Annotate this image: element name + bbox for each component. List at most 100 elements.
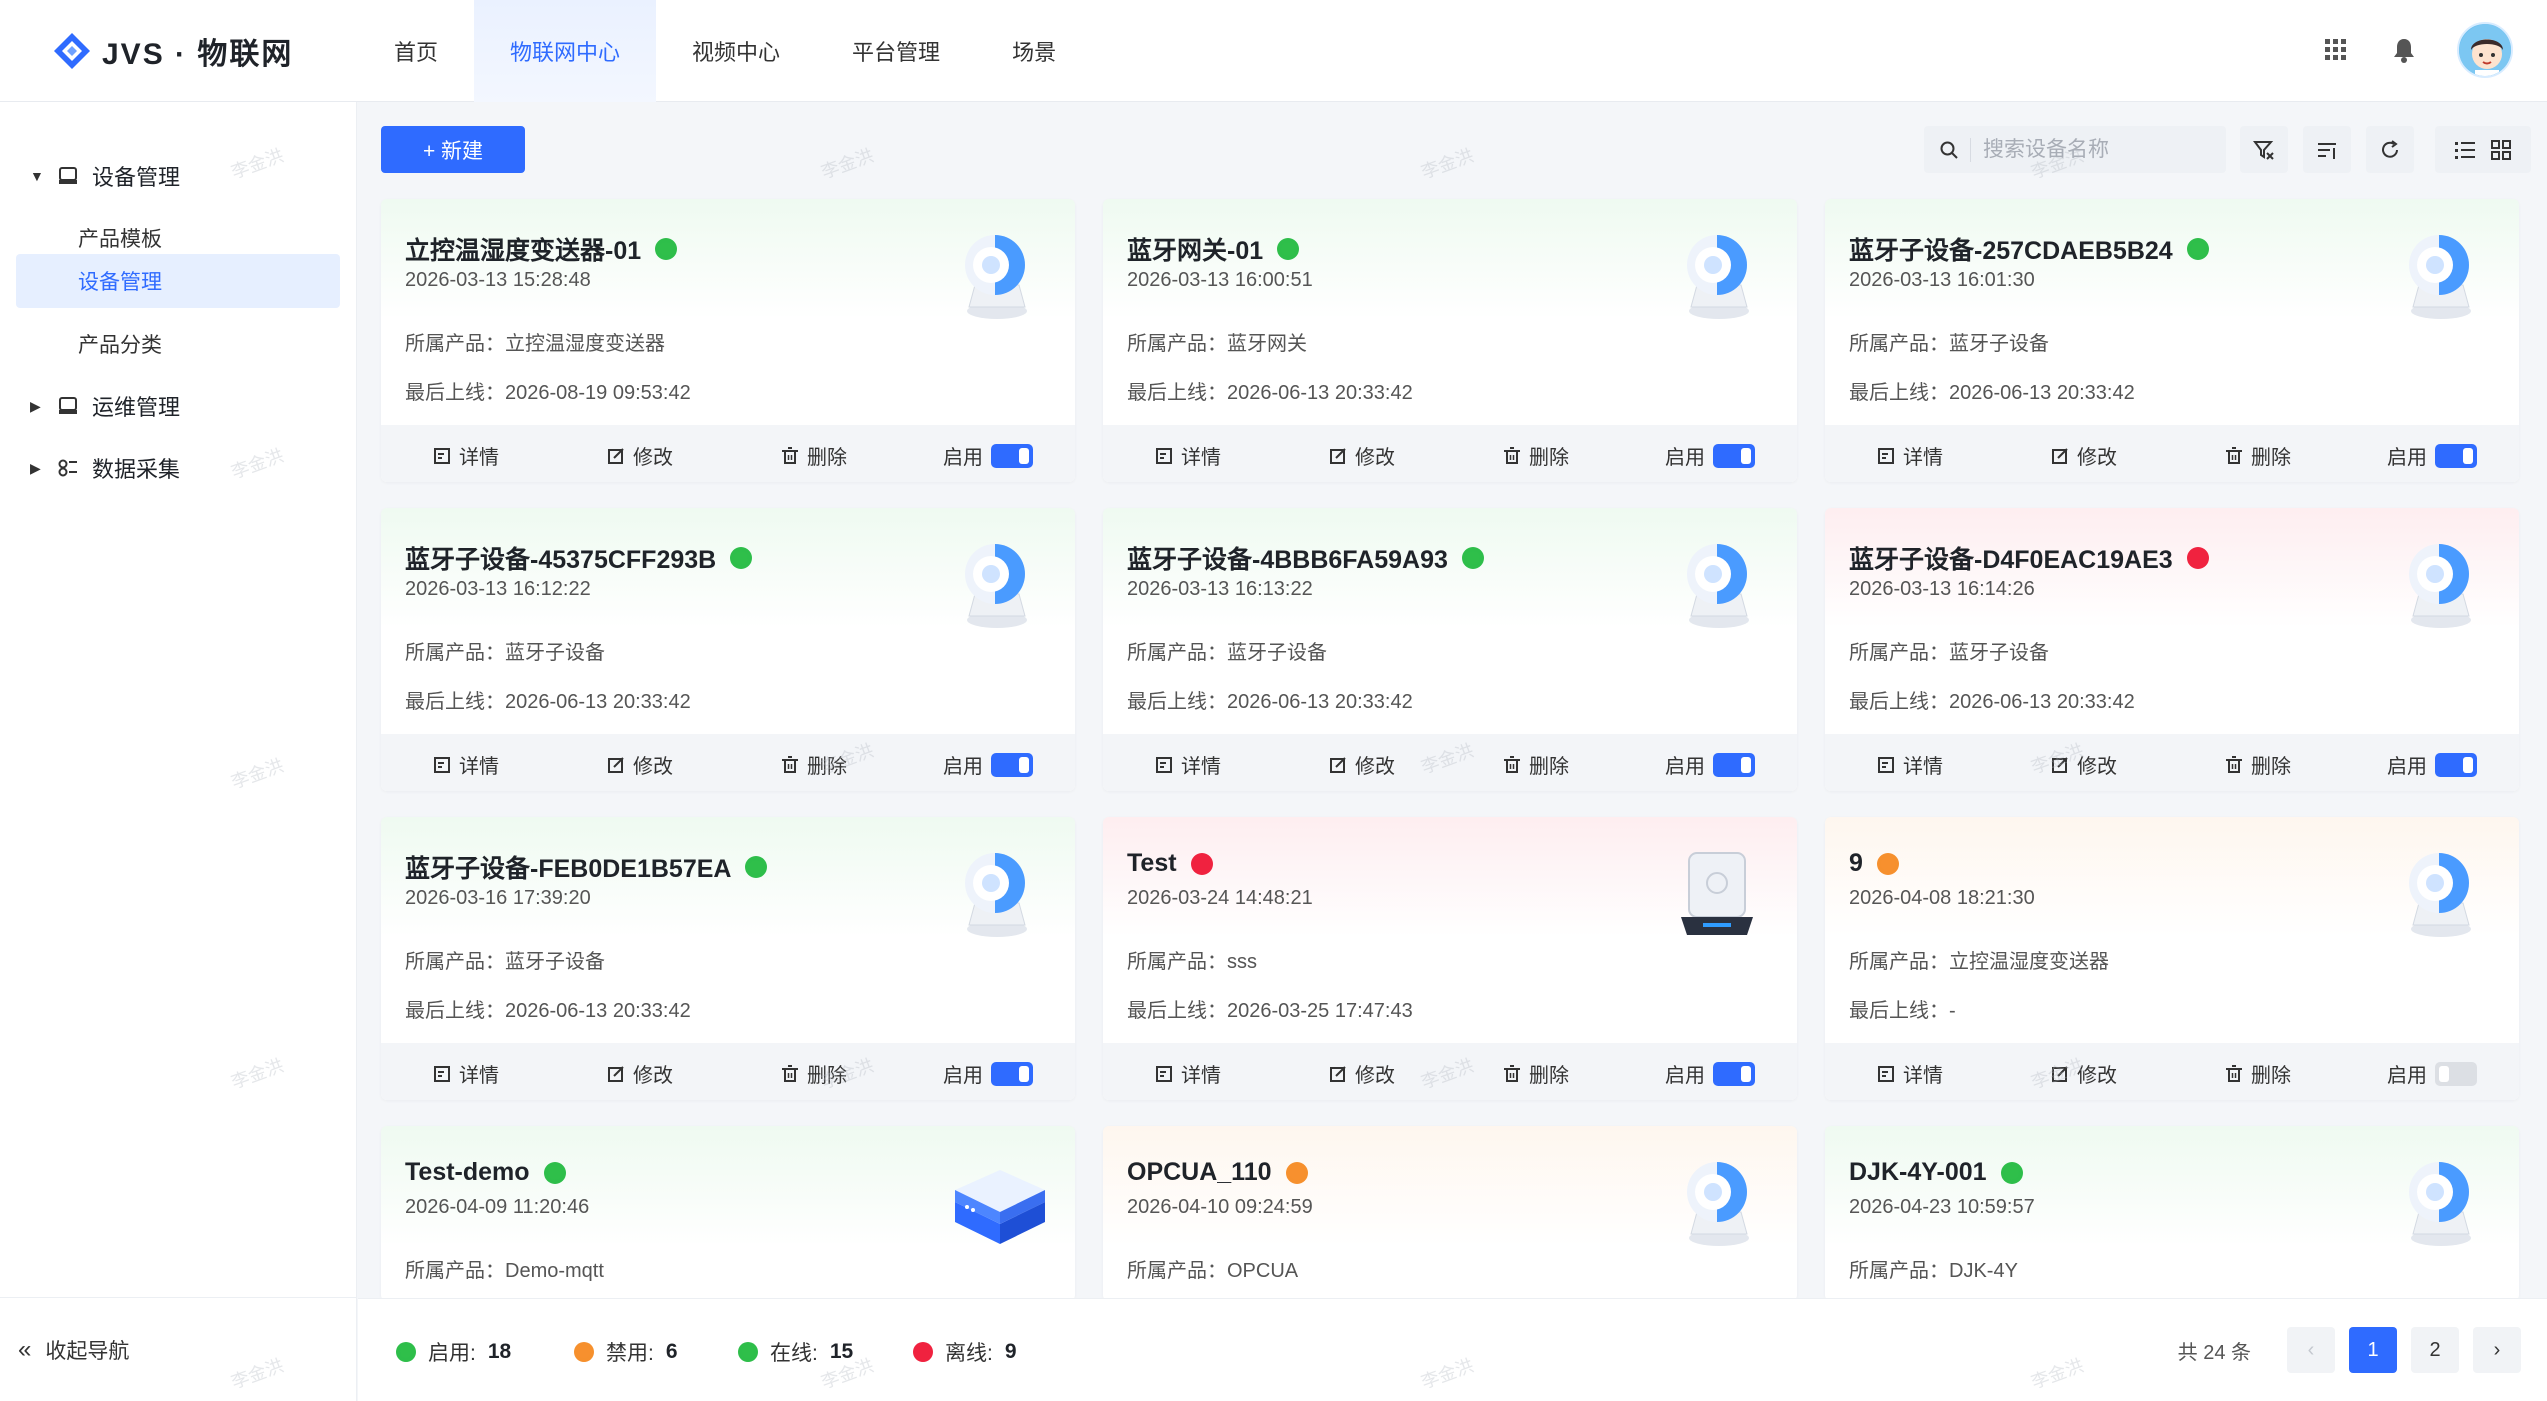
delete-button[interactable]: 删除 xyxy=(2225,750,2291,779)
filter-clear-button[interactable] xyxy=(2240,126,2288,173)
delete-button[interactable]: 删除 xyxy=(781,1059,847,1088)
detail-button[interactable]: 详情 xyxy=(433,441,499,470)
nav-tab-2[interactable]: 视频中心 xyxy=(656,0,816,102)
device-name[interactable]: 蓝牙子设备-FEB0DE1B57EA xyxy=(405,849,731,885)
grid-view-icon[interactable] xyxy=(2490,139,2512,161)
status-dot xyxy=(1277,238,1300,260)
sidebar-group-ops-management[interactable]: ▶ 运维管理 xyxy=(30,386,180,426)
detail-button[interactable]: 详情 xyxy=(1877,750,1943,779)
device-card[interactable]: 蓝牙子设备-D4F0EAC19AE3 2026-03-13 16:14:26 所属产… xyxy=(1825,508,2519,791)
device-card[interactable]: Test-demo 2026-04-09 11:20:46 所属产品：Demo-mq… xyxy=(381,1126,1075,1301)
device-name[interactable]: 蓝牙子设备-4BBB6FA59A93 xyxy=(1127,540,1448,576)
page-button-1[interactable]: 1 xyxy=(2349,1327,2397,1373)
refresh-button[interactable] xyxy=(2366,126,2414,173)
edit-icon xyxy=(1330,1065,1346,1082)
enable-toggle[interactable] xyxy=(2435,752,2477,777)
device-created-time: 2026-03-13 16:01:30 xyxy=(1849,269,2035,291)
edit-button[interactable]: 修改 xyxy=(2051,1059,2117,1088)
sort-button[interactable] xyxy=(2303,126,2351,173)
detail-button[interactable]: 详情 xyxy=(1155,750,1221,779)
device-card[interactable]: 立控温湿度变送器-01 2026-03-13 15:28:48 所属产品：立控温湿度… xyxy=(381,199,1075,482)
enable-toggle[interactable] xyxy=(2435,1061,2477,1086)
delete-button[interactable]: 删除 xyxy=(1503,750,1569,779)
device-card[interactable]: 蓝牙子设备-4BBB6FA59A93 2026-03-13 16:13:22 所属产… xyxy=(1103,508,1797,791)
delete-button[interactable]: 删除 xyxy=(2225,1059,2291,1088)
edit-button[interactable]: 修改 xyxy=(607,1059,673,1088)
device-card[interactable]: Test 2026-03-24 14:48:21 所属产品：sss 最后上线：2026… xyxy=(1103,817,1797,1100)
sidebar-item-product-template[interactable]: 产品模板 xyxy=(78,218,162,258)
edit-button[interactable]: 修改 xyxy=(1329,750,1395,779)
enable-toggle[interactable] xyxy=(991,752,1033,777)
detail-button[interactable]: 详情 xyxy=(1155,441,1221,470)
edit-button[interactable]: 修改 xyxy=(607,750,673,779)
sidebar-group-data-collection[interactable]: ▶ 数据采集 xyxy=(30,448,180,488)
nav-tab-0[interactable]: 首页 xyxy=(358,0,474,102)
nav-tab-3[interactable]: 平台管理 xyxy=(816,0,976,102)
edit-button[interactable]: 修改 xyxy=(1329,441,1395,470)
card-actions: 详情 修改 删除 启用 xyxy=(1825,425,2519,482)
device-name[interactable]: 蓝牙网关-01 xyxy=(1127,231,1263,267)
device-name[interactable]: 蓝牙子设备-257CDAEB5B24 xyxy=(1849,231,2173,267)
detail-button[interactable]: 详情 xyxy=(1877,1059,1943,1088)
last-online-value: 2026-08-19 09:53:42 xyxy=(505,382,691,404)
device-card[interactable]: 9 2026-04-08 18:21:30 所属产品：立控温湿度变送器 最后上线：- 详… xyxy=(1825,817,2519,1100)
sidebar-group-device-management[interactable]: ▼ 设备管理 xyxy=(30,156,180,196)
last-online-value: 2026-06-13 20:33:42 xyxy=(1949,382,2135,404)
user-avatar[interactable] xyxy=(2457,22,2513,78)
page-button-2[interactable]: 2 xyxy=(2411,1327,2459,1373)
sidebar-item-device-management[interactable]: 设备管理 xyxy=(78,261,162,301)
detail-button[interactable]: 详情 xyxy=(433,750,499,779)
edit-button[interactable]: 修改 xyxy=(607,441,673,470)
list-view-icon[interactable] xyxy=(2454,139,2476,161)
device-card[interactable]: 蓝牙子设备-45375CFF293B 2026-03-13 16:12:22 所属产… xyxy=(381,508,1075,791)
delete-button[interactable]: 删除 xyxy=(1503,441,1569,470)
edit-button[interactable]: 修改 xyxy=(2051,750,2117,779)
trash-icon xyxy=(2226,1064,2242,1082)
new-device-button[interactable]: + 新建 xyxy=(381,126,525,173)
detail-button[interactable]: 详情 xyxy=(1877,441,1943,470)
device-card[interactable]: OPCUA_110 2026-04-10 09:24:59 所属产品：OPCUA xyxy=(1103,1126,1797,1301)
product-value: 蓝牙网关 xyxy=(1227,333,1307,355)
enable-toggle[interactable] xyxy=(991,1061,1033,1086)
edit-button[interactable]: 修改 xyxy=(2051,441,2117,470)
delete-button[interactable]: 删除 xyxy=(1503,1059,1569,1088)
prev-page-button[interactable]: ‹ xyxy=(2287,1327,2335,1373)
search-input[interactable] xyxy=(1970,137,2200,162)
sort-icon xyxy=(2318,142,2336,159)
device-name[interactable]: 蓝牙子设备-D4F0EAC19AE3 xyxy=(1849,540,2173,576)
enable-toggle[interactable] xyxy=(1713,443,1755,468)
delete-button[interactable]: 删除 xyxy=(781,441,847,470)
trash-icon xyxy=(782,446,798,464)
collapse-nav-button[interactable]: « 收起导航 xyxy=(0,1297,357,1401)
device-name[interactable]: DJK-4Y-001 xyxy=(1849,1158,1987,1187)
enable-toggle[interactable] xyxy=(2435,443,2477,468)
nav-tab-4[interactable]: 场景 xyxy=(976,0,1092,102)
device-name[interactable]: OPCUA_110 xyxy=(1127,1158,1272,1187)
next-page-button[interactable]: › xyxy=(2473,1327,2521,1373)
device-card[interactable]: DJK-4Y-001 2026-04-23 10:59:57 所属产品：DJK-4Y xyxy=(1825,1126,2519,1301)
device-image xyxy=(2389,1152,2489,1252)
delete-button[interactable]: 删除 xyxy=(2225,441,2291,470)
enable-toggle[interactable] xyxy=(1713,752,1755,777)
enable-toggle[interactable] xyxy=(1713,1061,1755,1086)
detail-button[interactable]: 详情 xyxy=(1155,1059,1221,1088)
bell-icon[interactable] xyxy=(2389,35,2419,65)
delete-button[interactable]: 删除 xyxy=(781,750,847,779)
device-card[interactable]: 蓝牙子设备-257CDAEB5B24 2026-03-13 16:01:30 所属产… xyxy=(1825,199,2519,482)
device-name[interactable]: Test xyxy=(1127,849,1177,878)
app-logo[interactable]: JVS · 物联网 xyxy=(52,28,293,74)
device-card[interactable]: 蓝牙子设备-FEB0DE1B57EA 2026-03-16 17:39:20 所属产… xyxy=(381,817,1075,1100)
device-name[interactable]: Test-demo xyxy=(405,1158,530,1187)
edit-button[interactable]: 修改 xyxy=(1329,1059,1395,1088)
device-card[interactable]: 蓝牙网关-01 2026-03-13 16:00:51 所属产品：蓝牙网关 最后上线：… xyxy=(1103,199,1797,482)
enable-control: 启用 xyxy=(1665,750,1755,779)
device-name[interactable]: 立控温湿度变送器-01 xyxy=(405,231,641,267)
device-name[interactable]: 蓝牙子设备-45375CFF293B xyxy=(405,540,716,576)
nav-tab-1[interactable]: 物联网中心 xyxy=(474,0,657,102)
device-name[interactable]: 9 xyxy=(1849,849,1863,878)
logo-icon xyxy=(54,33,90,69)
sidebar-item-product-category[interactable]: 产品分类 xyxy=(78,324,162,364)
apps-grid-icon[interactable] xyxy=(2321,35,2351,65)
enable-toggle[interactable] xyxy=(991,443,1033,468)
detail-button[interactable]: 详情 xyxy=(433,1059,499,1088)
